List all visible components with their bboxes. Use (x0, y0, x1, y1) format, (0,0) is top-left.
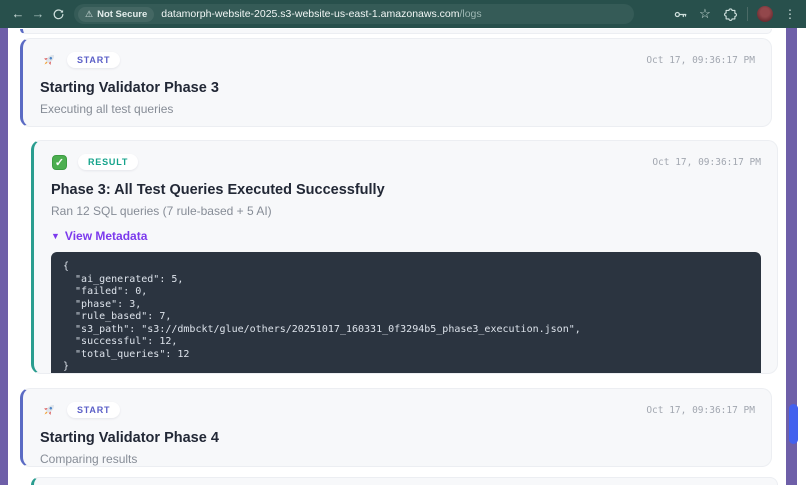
view-metadata-toggle[interactable]: ▼ View Metadata (51, 229, 761, 243)
url-host: datamorph-website-2025.s3-website-us-eas… (161, 8, 460, 20)
profile-avatar[interactable] (757, 6, 773, 22)
check-icon: ✓ (51, 154, 68, 171)
collapse-triangle-icon: ▼ (51, 231, 60, 241)
status-badge: START (67, 52, 121, 68)
log-card-header: START Oct 17, 09:36:17 PM (40, 51, 755, 69)
log-timestamp: Oct 17, 09:36:17 PM (646, 404, 755, 416)
log-card-partial-top (20, 29, 772, 34)
forward-icon[interactable]: → (28, 0, 48, 28)
not-secure-label: Not Secure (97, 8, 148, 20)
reload-icon[interactable] (48, 8, 68, 21)
log-card-start-phase4: START Oct 17, 09:36:17 PM Starting Valid… (20, 388, 772, 467)
logs-page: START Oct 17, 09:36:17 PM Starting Valid… (0, 28, 806, 485)
log-title: Starting Validator Phase 4 (40, 430, 219, 446)
password-key-icon[interactable] (672, 6, 688, 22)
not-secure-badge[interactable]: ⚠ Not Secure (78, 6, 155, 22)
back-icon[interactable]: ← (8, 0, 28, 28)
log-card-result-phase3: ✓ RESULT Oct 17, 09:36:17 PM Phase 3: Al… (31, 140, 778, 374)
page-left-accent (0, 28, 8, 485)
metadata-json-block: { "ai_generated": 5, "failed": 0, "phase… (51, 252, 761, 373)
view-metadata-label: View Metadata (64, 229, 148, 243)
toolbar-right-icons: ☆ ⋮ (672, 6, 798, 22)
log-timestamp: Oct 17, 09:36:17 PM (652, 156, 761, 168)
url-text: datamorph-website-2025.s3-website-us-eas… (161, 8, 481, 20)
log-timestamp: Oct 17, 09:36:17 PM (646, 54, 755, 66)
log-card-start-phase3: START Oct 17, 09:36:17 PM Starting Valid… (20, 38, 772, 127)
log-subtitle: Comparing results (40, 452, 138, 466)
log-card-header: ✓ RESULT Oct 17, 09:36:17 PM (51, 153, 761, 171)
status-badge: RESULT (78, 154, 139, 170)
url-bar[interactable]: ⚠ Not Secure datamorph-website-2025.s3-w… (74, 4, 634, 24)
scrollbar-thumb[interactable] (789, 404, 798, 444)
log-title: Phase 3: All Test Queries Executed Succe… (51, 182, 385, 198)
log-title: Starting Validator Phase 3 (40, 80, 219, 96)
browser-toolbar: ← → ⚠ Not Secure datamorph-website-2025.… (0, 0, 806, 28)
status-badge: START (67, 402, 121, 418)
warning-icon: ⚠ (85, 8, 94, 19)
log-card-partial-bottom (31, 477, 778, 485)
rocket-icon (40, 52, 57, 69)
extensions-icon[interactable] (722, 6, 738, 22)
browser-window: ← → ⚠ Not Secure datamorph-website-2025.… (0, 0, 806, 485)
toolbar-divider (747, 7, 748, 21)
bookmark-star-icon[interactable]: ☆ (697, 6, 713, 22)
browser-menu-icon[interactable]: ⋮ (782, 6, 798, 22)
log-card-header: START Oct 17, 09:36:17 PM (40, 401, 755, 419)
log-subtitle: Executing all test queries (40, 102, 174, 116)
url-path: /logs (459, 8, 482, 20)
log-subtitle: Ran 12 SQL queries (7 rule-based + 5 AI) (51, 204, 272, 218)
rocket-icon (40, 402, 57, 419)
